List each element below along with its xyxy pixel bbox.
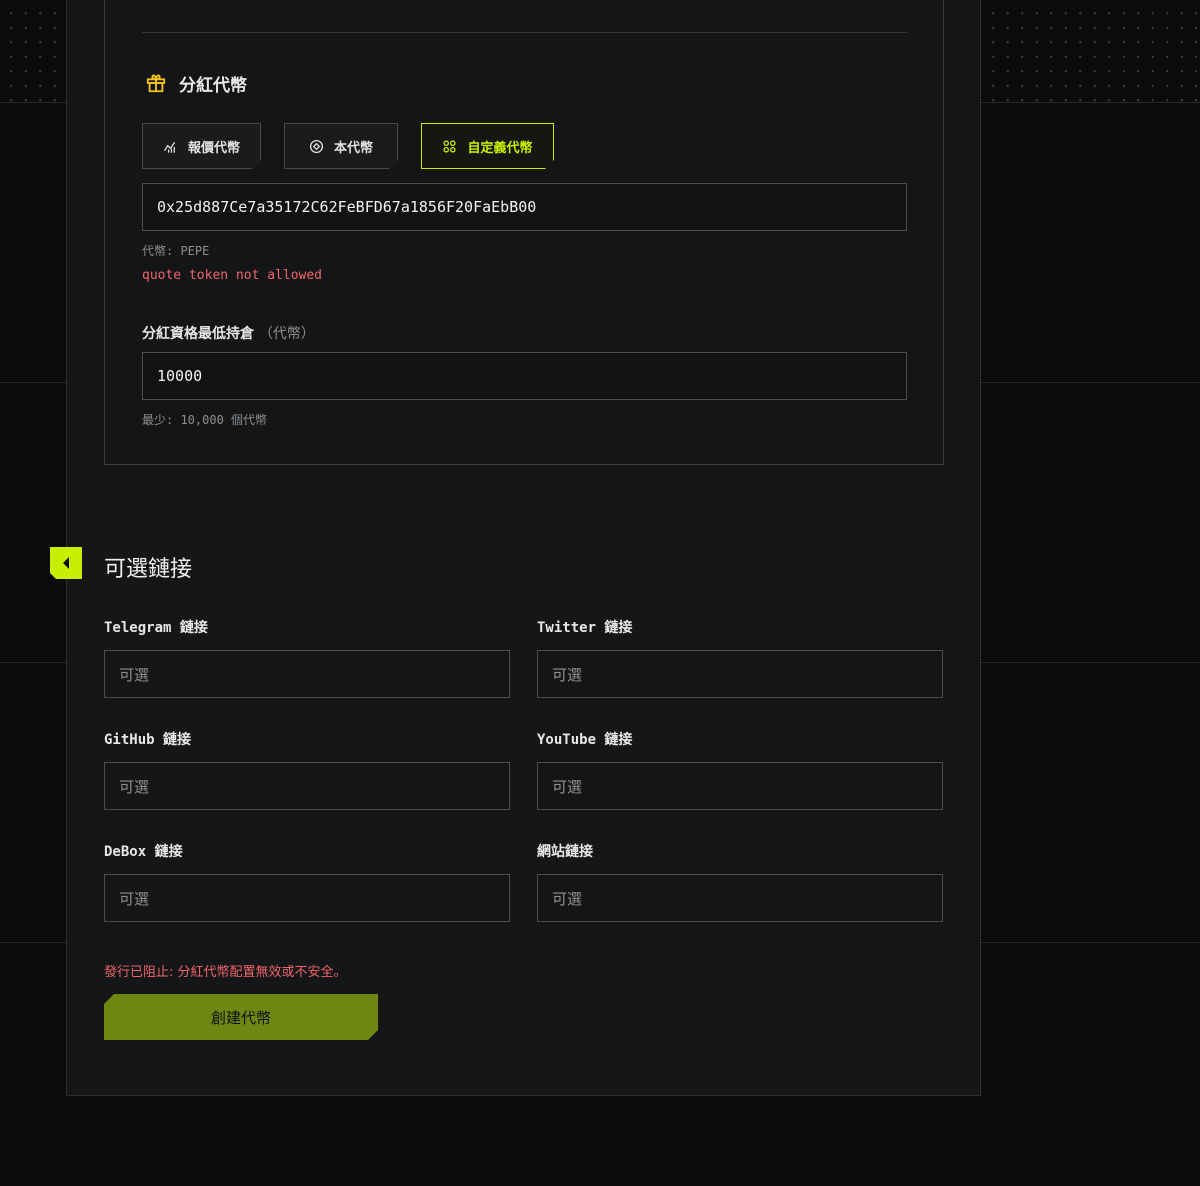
min-hold-unit: （代幣） (258, 326, 315, 342)
min-hold-label: 分紅資格最低持倉 （代幣） (142, 323, 315, 343)
github-link-input[interactable]: 可選 (104, 762, 510, 810)
token-address-input[interactable]: 0x25d887Ce7a35172C62FeBFD67a1856F20FaEbB… (142, 183, 907, 231)
min-hold-hint: 最少: 10,000 個代幣 (142, 413, 268, 427)
telegram-link-label: Telegram 鏈接 (104, 620, 208, 636)
github-link-label: GitHub 鏈接 (104, 732, 192, 748)
debox-link-input[interactable]: 可選 (104, 874, 510, 922)
website-link-label: 網站鏈接 (537, 844, 593, 860)
gift-icon (145, 72, 167, 94)
dividend-section-title: 分紅代幣 (145, 70, 247, 96)
dot-pattern-right (981, 0, 1200, 102)
trend-chart-icon (163, 139, 178, 154)
youtube-link-input[interactable]: 可選 (537, 762, 943, 810)
dot-pattern-left (0, 0, 66, 102)
twitter-link-label: Twitter 鏈接 (537, 620, 633, 636)
min-hold-input[interactable]: 10000 (142, 352, 907, 400)
tab-native-token[interactable]: 本代幣 (284, 123, 398, 169)
token-error-text: quote token not allowed (142, 268, 323, 283)
youtube-link-label: YouTube 鏈接 (537, 732, 633, 748)
caret-left-icon (60, 556, 72, 570)
twitter-link-input[interactable]: 可選 (537, 650, 943, 698)
dividend-config-card: 分紅代幣 報價代幣 本代幣 自定義代幣 0x25d887Ce7a35172C62… (104, 0, 944, 465)
token-form-panel: 分紅代幣 報價代幣 本代幣 自定義代幣 0x25d887Ce7a35172C62… (66, 0, 981, 1096)
dividend-title-text: 分紅代幣 (179, 75, 247, 96)
collapse-toggle-button[interactable] (50, 547, 82, 579)
website-link-input[interactable]: 可選 (537, 874, 943, 922)
tab-label: 本代幣 (333, 140, 373, 156)
tab-custom-token[interactable]: 自定義代幣 (421, 123, 554, 169)
create-token-button[interactable]: 創建代幣 (104, 994, 378, 1040)
telegram-link-input[interactable]: 可選 (104, 650, 510, 698)
token-info-text: 代幣: PEPE (142, 244, 210, 258)
target-icon (309, 139, 324, 154)
debox-link-label: DeBox 鏈接 (104, 844, 183, 860)
launch-blocked-message: 發行已阻止: 分紅代幣配置無效或不安全。 (104, 965, 347, 980)
grid-icon (442, 139, 457, 154)
divider (142, 32, 907, 33)
optional-links-title: 可選鏈接 (104, 557, 193, 582)
min-hold-label-text: 分紅資格最低持倉 (142, 326, 254, 342)
tab-quote-token[interactable]: 報價代幣 (142, 123, 261, 169)
tab-label: 報價代幣 (187, 140, 240, 156)
tab-label: 自定義代幣 (467, 140, 533, 156)
